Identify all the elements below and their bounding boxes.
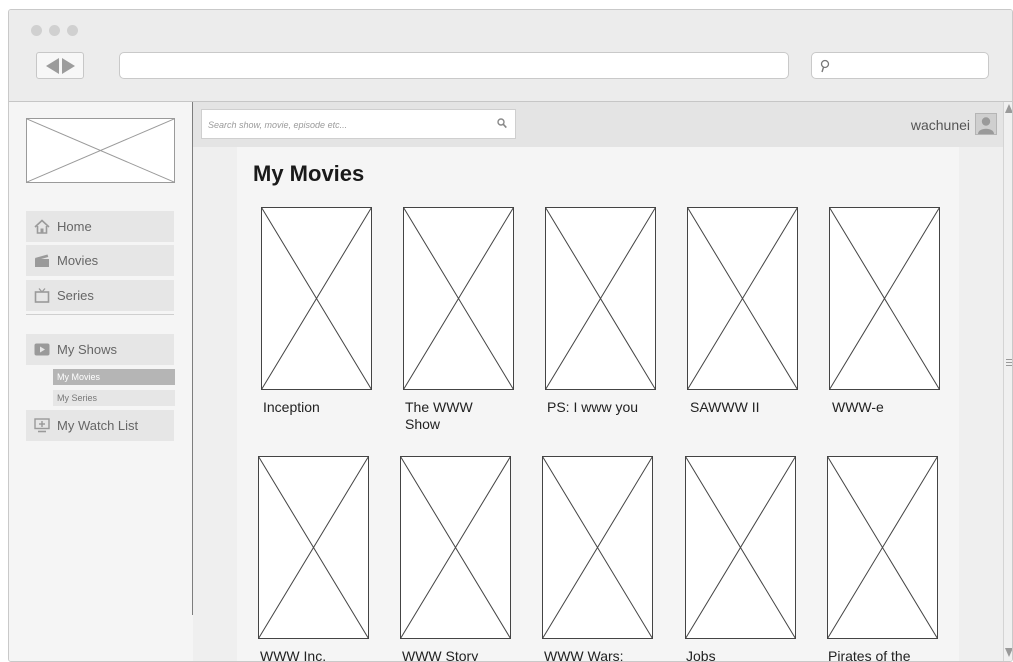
image-placeholder-icon [261,207,372,390]
movie-title[interactable]: The WWW Show [405,399,505,433]
image-placeholder-icon [829,207,940,390]
browser-search-field[interactable] [811,52,989,79]
sidebar-item-my-watch-list[interactable]: My Watch List [26,410,174,441]
sidebar-subitem-label: My Movies [57,372,101,382]
movie-poster[interactable] [403,207,514,390]
page-title: My Movies [253,161,365,186]
image-placeholder-icon [542,456,653,639]
movie-title[interactable]: WWW-e [832,399,950,416]
image-placeholder-icon [685,456,796,639]
movie-title[interactable]: WWW Wars: [544,648,662,661]
image-placeholder-icon [545,207,656,390]
movie-title[interactable]: Jobs [686,648,804,661]
browser-toolbar [9,10,1012,102]
movie-poster[interactable] [685,456,796,639]
movie-title[interactable]: Inception [263,399,381,416]
scroll-down-arrow-icon[interactable] [1005,648,1012,657]
sidebar-item-my-shows[interactable]: My Shows [26,334,174,365]
history-nav-buttons [36,52,84,79]
image-placeholder-icon [26,118,175,183]
movie-title[interactable]: PS: I www you [547,399,665,416]
movie-poster[interactable] [827,456,938,639]
user-icon [978,117,994,134]
play-icon [34,343,50,356]
browser-window: Home Movies Series My Shows My Movies My… [8,9,1013,662]
sidebar-item-label: Home [57,219,92,234]
username[interactable]: wachunei [911,117,970,133]
vertical-scrollbar[interactable] [1003,102,1012,661]
movie-title[interactable]: WWW Story [402,648,520,661]
sidebar: Home Movies Series My Shows My Movies My… [9,102,192,661]
address-bar[interactable] [119,52,789,79]
movie-poster[interactable] [400,456,511,639]
image-placeholder-icon [827,456,938,639]
sidebar-item-movies[interactable]: Movies [26,245,174,276]
movie-poster[interactable] [829,207,940,390]
sidebar-item-label: Series [57,288,94,303]
movie-poster[interactable] [545,207,656,390]
forward-arrow-icon[interactable] [61,57,75,74]
window-controls [31,25,78,36]
movie-title[interactable]: SAWWW II [690,399,808,416]
movie-poster[interactable] [261,207,372,390]
image-placeholder-icon [403,207,514,390]
sidebar-item-series[interactable]: Series [26,280,174,311]
maximize-window-dot[interactable] [67,25,78,36]
sidebar-divider [26,314,174,315]
sidebar-item-label: Movies [57,253,99,268]
minimize-window-dot[interactable] [49,25,60,36]
sidebar-item-label: My Shows [57,342,117,357]
sidebar-subitem-my-series[interactable]: My Series [53,390,175,406]
app-header: Search show, movie, episode etc... wachu… [193,102,1003,147]
avatar[interactable] [975,113,997,135]
sidebar-subitem-my-movies[interactable]: My Movies [53,369,175,385]
search-icon[interactable] [497,118,507,129]
watchlist-icon [34,418,50,433]
movie-poster[interactable] [687,207,798,390]
movie-poster[interactable] [258,456,369,639]
movie-title[interactable]: WWW Inc. [260,648,378,661]
back-arrow-icon[interactable] [45,57,59,74]
scroll-up-arrow-icon[interactable] [1005,104,1012,113]
search-placeholder: Search show, movie, episode etc... [208,120,348,130]
image-placeholder-icon [400,456,511,639]
logo-placeholder [26,118,175,183]
search-input[interactable]: Search show, movie, episode etc... [201,109,516,139]
sidebar-item-label: My Watch List [57,418,139,433]
clapperboard-icon [35,254,49,267]
home-icon [34,219,50,234]
movie-poster[interactable] [542,456,653,639]
sidebar-item-home[interactable]: Home [26,211,174,242]
image-placeholder-icon [258,456,369,639]
search-icon [820,59,830,73]
tv-icon [34,288,50,303]
image-placeholder-icon [687,207,798,390]
sidebar-subitem-label: My Series [57,393,98,403]
close-window-dot[interactable] [31,25,42,36]
scroll-grip-icon[interactable] [1006,359,1012,366]
movie-title[interactable]: Pirates of the [828,648,946,661]
